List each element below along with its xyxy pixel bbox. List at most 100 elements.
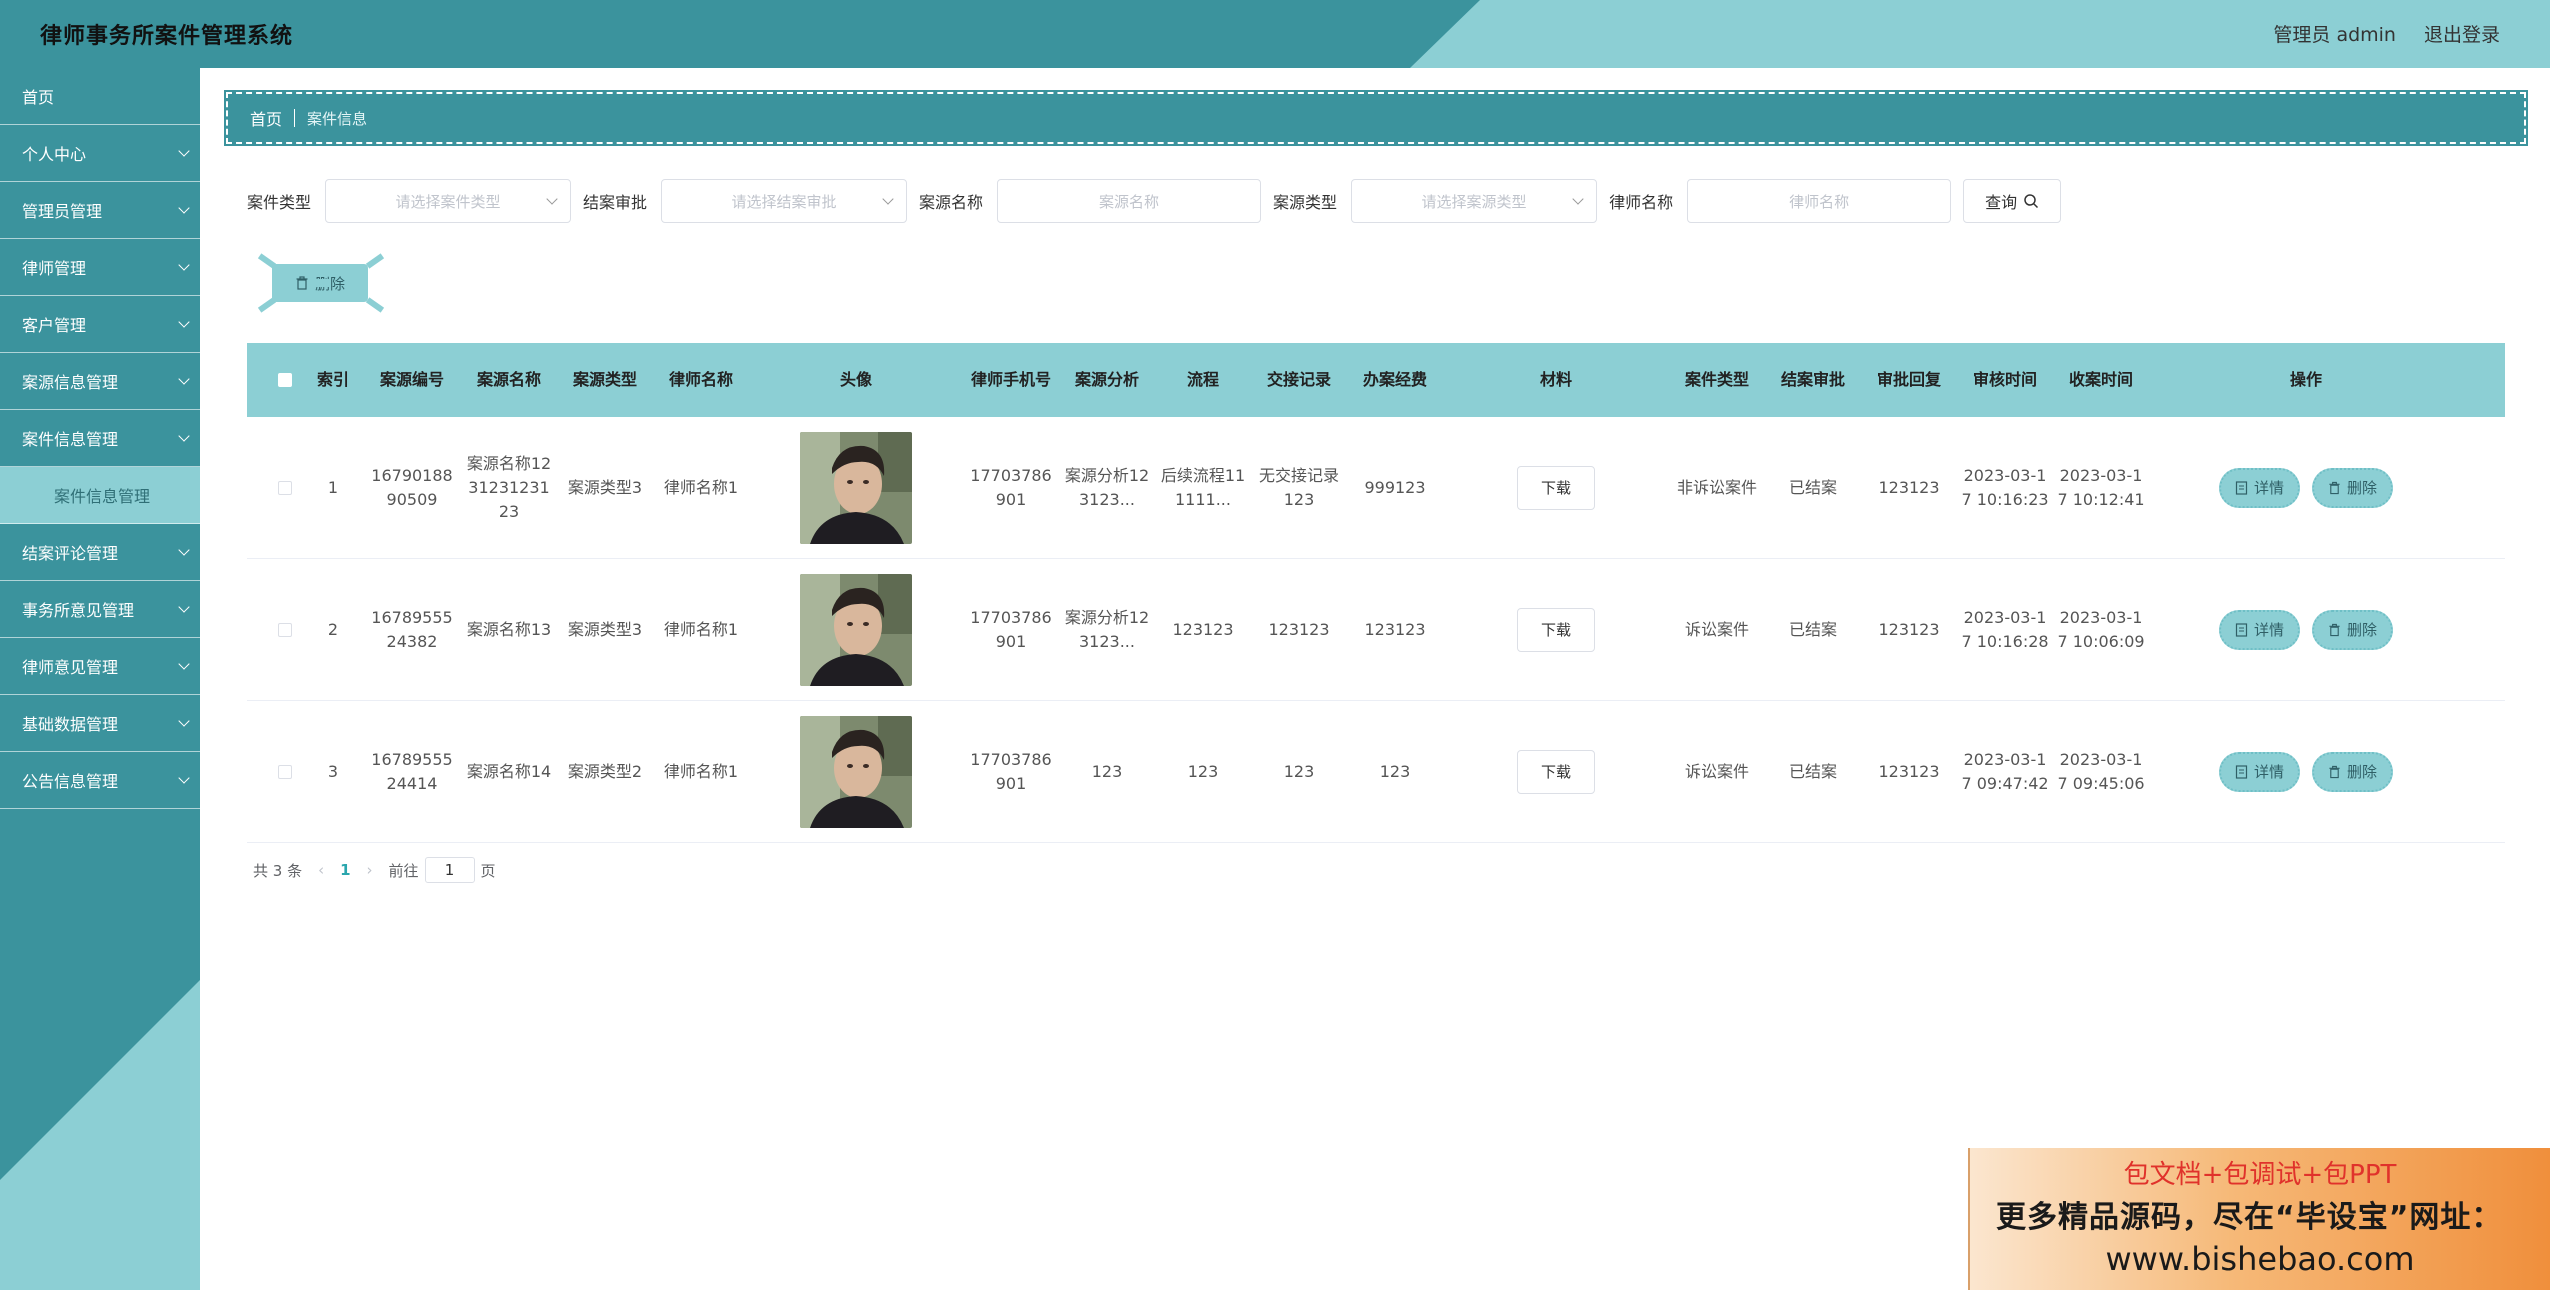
batch-delete-button[interactable]: 删除 bbox=[272, 264, 368, 302]
lawyer-name-cell: 律师名称1 bbox=[663, 619, 739, 639]
case-type-select[interactable]: 请选择案件类型 bbox=[325, 179, 572, 223]
row-select-cell bbox=[267, 764, 303, 779]
sidebar-item[interactable]: 案源信息管理 bbox=[0, 353, 200, 410]
material-cell: 下载 bbox=[1443, 465, 1669, 510]
pagination-page-unit: 页 bbox=[480, 861, 496, 880]
sidebar-item-label: 管理员管理 bbox=[22, 202, 103, 221]
source-name-cell: 案源名称14 bbox=[466, 761, 552, 781]
user-label[interactable]: 管理员 admin bbox=[2273, 20, 2396, 47]
sidebar-item-label: 律师管理 bbox=[22, 259, 87, 278]
next-page-icon[interactable]: › bbox=[367, 861, 373, 879]
column-header: 审批回复 bbox=[1876, 370, 1941, 389]
sidebar-item[interactable]: 基础数据管理 bbox=[0, 695, 200, 752]
column-header: 案源类型 bbox=[572, 370, 637, 389]
sidebar-subitem[interactable]: 案件信息管理 bbox=[0, 467, 200, 524]
detail-button[interactable]: 详情 bbox=[2218, 751, 2300, 792]
delete-button[interactable]: 删除 bbox=[2312, 467, 2394, 508]
source-name-cell: 案源名称123123123123 bbox=[466, 453, 552, 521]
column-header: 案源名称 bbox=[476, 370, 541, 389]
trash-icon bbox=[296, 276, 308, 290]
select-all-checkbox[interactable] bbox=[278, 373, 292, 387]
download-button[interactable]: 下载 bbox=[1517, 749, 1595, 794]
sidebar-item[interactable]: 事务所意见管理 bbox=[0, 581, 200, 638]
sidebar-item[interactable]: 个人中心 bbox=[0, 125, 200, 182]
chevron-down-icon bbox=[546, 193, 558, 205]
column-header: 交接记录 bbox=[1266, 370, 1331, 389]
promo-line-3: www.bishebao.com bbox=[2105, 1240, 2415, 1278]
delete-button[interactable]: 删除 bbox=[2312, 609, 2394, 650]
analysis-cell: 案源分析123123... bbox=[1064, 607, 1150, 651]
table-header: 索引 案源编号 案源名称 案源类型 律师名称 头像 律师手机号 案源分析 流程 交接记录 办案经费 材… bbox=[247, 343, 2505, 417]
document-icon bbox=[2235, 480, 2248, 495]
avatar bbox=[800, 715, 912, 828]
sidebar-item[interactable]: 案件信息管理 bbox=[0, 410, 200, 467]
column-header: 流程 bbox=[1186, 370, 1219, 389]
case-type-label: 案件类型 bbox=[247, 193, 312, 212]
case-type-cell: 诉讼案件 bbox=[1684, 619, 1749, 639]
review-time-cell: 2023-03-17 10:16:23 bbox=[1961, 465, 2049, 509]
case-type-placeholder: 请选择案件类型 bbox=[395, 192, 501, 211]
analysis-cell: 案源分析123123... bbox=[1064, 465, 1150, 509]
row-checkbox[interactable] bbox=[278, 480, 292, 495]
row-checkbox[interactable] bbox=[278, 622, 292, 637]
source-name-label: 案源名称 bbox=[919, 193, 984, 212]
chevron-down-icon bbox=[1572, 193, 1584, 205]
review-time-cell: 2023-03-17 10:16:28 bbox=[1961, 607, 2049, 651]
download-button[interactable]: 下载 bbox=[1517, 465, 1595, 510]
detail-button[interactable]: 详情 bbox=[2218, 467, 2300, 508]
accept-time-cell: 2023-03-17 09:45:06 bbox=[2057, 749, 2145, 793]
row-checkbox[interactable] bbox=[278, 764, 292, 779]
sidebar-item-label: 案件信息管理 bbox=[54, 487, 151, 506]
case-type-cell: 非诉讼案件 bbox=[1676, 477, 1757, 497]
analysis-cell: 123 bbox=[1091, 761, 1123, 781]
sidebar-item[interactable]: 律师意见管理 bbox=[0, 638, 200, 695]
sidebar-item[interactable]: 结案评论管理 bbox=[0, 524, 200, 581]
delete-label: 删除 bbox=[2347, 478, 2378, 497]
trash-icon bbox=[2329, 765, 2340, 778]
sidebar-item[interactable]: 公告信息管理 bbox=[0, 752, 200, 809]
case-type-cell: 诉讼案件 bbox=[1684, 761, 1749, 781]
breadcrumb-home[interactable]: 首页 bbox=[250, 106, 282, 130]
approval-cell: 已结案 bbox=[1788, 477, 1837, 497]
pagination-current[interactable]: 1 bbox=[340, 861, 350, 879]
prev-page-icon[interactable]: ‹ bbox=[318, 861, 324, 879]
select-all-cell bbox=[267, 373, 303, 387]
lawyer-name-placeholder: 律师名称 bbox=[1789, 192, 1850, 211]
source-name-input[interactable]: 案源名称 bbox=[997, 179, 1262, 223]
index-cell: 2 bbox=[327, 619, 339, 639]
lawyer-name-label: 律师名称 bbox=[1609, 193, 1674, 212]
lawyer-name-input[interactable]: 律师名称 bbox=[1687, 179, 1952, 223]
delete-label: 删除 bbox=[2347, 762, 2378, 781]
top-header: 律师事务所案件管理系统 管理员 admin 退出登录 bbox=[0, 0, 2550, 68]
pagination: 共 3 条 ‹ 1 › 前往 1 页 bbox=[253, 857, 496, 883]
reply-cell: 123123 bbox=[1878, 761, 1940, 781]
sidebar-item[interactable]: 律师管理 bbox=[0, 239, 200, 296]
sidebar-decoration bbox=[0, 980, 200, 1290]
download-button[interactable]: 下载 bbox=[1517, 607, 1595, 652]
document-icon bbox=[2235, 764, 2248, 779]
avatar-cell bbox=[749, 715, 963, 828]
detail-label: 详情 bbox=[2253, 762, 2284, 781]
source-name-cell: 案源名称13 bbox=[466, 619, 552, 639]
document-icon bbox=[2235, 622, 2248, 637]
process-cell: 123 bbox=[1187, 761, 1219, 781]
sidebar-menu: 首页 个人中心 管理员管理 律师管理 客户管理 案源信息管理 案件信息管理 案件信息管理 结案评… bbox=[0, 68, 200, 809]
column-header: 索引 bbox=[316, 370, 349, 389]
logout-link[interactable]: 退出登录 bbox=[2424, 20, 2500, 47]
sidebar-item-label: 客户管理 bbox=[22, 316, 87, 335]
source-type-select[interactable]: 请选择案源类型 bbox=[1351, 179, 1598, 223]
delete-button[interactable]: 删除 bbox=[2312, 751, 2394, 792]
row-select-cell bbox=[267, 480, 303, 495]
detail-button[interactable]: 详情 bbox=[2218, 609, 2300, 650]
pagination-goto-input[interactable]: 1 bbox=[424, 857, 475, 883]
sidebar-item[interactable]: 首页 bbox=[0, 68, 200, 125]
chevron-down-icon bbox=[178, 601, 190, 613]
chevron-down-icon bbox=[178, 373, 190, 385]
query-button[interactable]: 查询 bbox=[1963, 179, 2062, 223]
close-approval-select[interactable]: 请选择结案审批 bbox=[661, 179, 908, 223]
chevron-down-icon bbox=[882, 193, 894, 205]
sidebar-item[interactable]: 管理员管理 bbox=[0, 182, 200, 239]
source-type-label: 案源类型 bbox=[1273, 193, 1338, 212]
sidebar-item[interactable]: 客户管理 bbox=[0, 296, 200, 353]
batch-delete-label: 删除 bbox=[314, 274, 345, 293]
